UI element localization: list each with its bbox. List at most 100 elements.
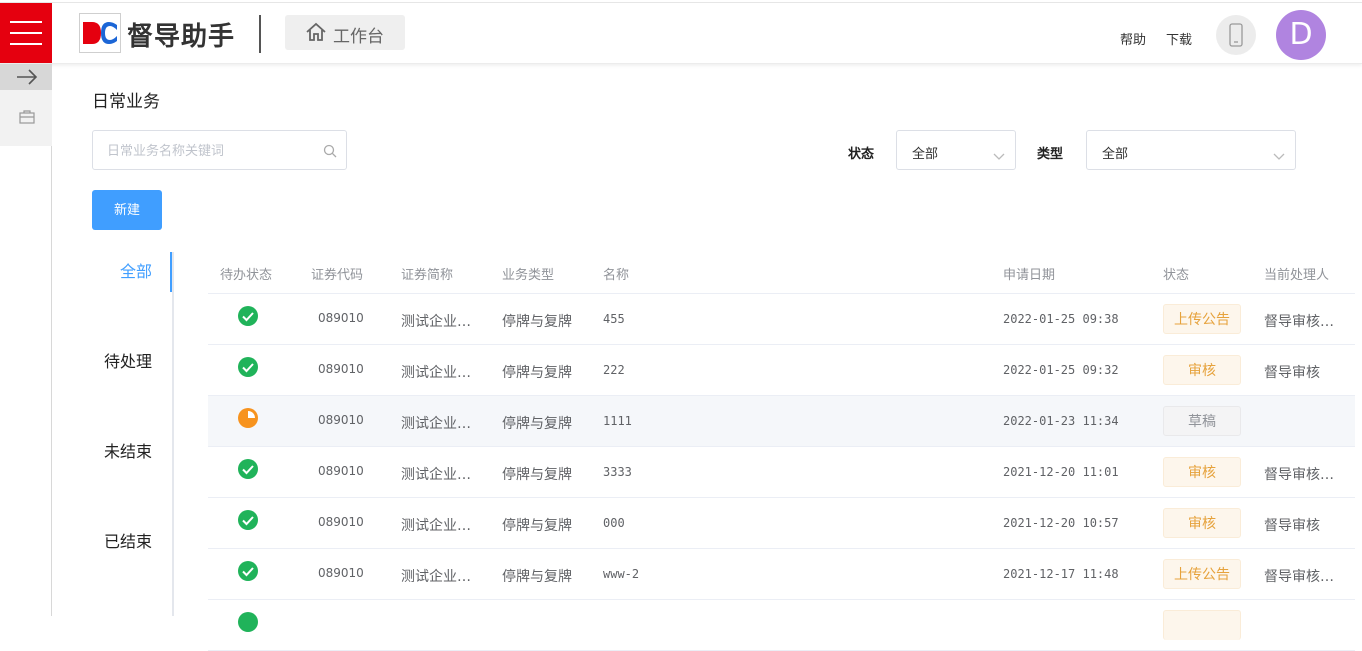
table-row[interactable]: 089010 测试企业… 停牌与复牌 www-2 2021-12-17 11:4…	[208, 549, 1355, 600]
download-link[interactable]: 下载	[1166, 29, 1192, 48]
table-row-partial[interactable]	[208, 600, 1355, 651]
status-filter-label: 状态	[848, 147, 875, 162]
phone-icon	[1229, 23, 1243, 47]
type-select[interactable]: 全部	[1086, 130, 1296, 170]
arrow-right-icon	[17, 69, 38, 85]
search-box	[92, 130, 347, 170]
column-header: 待办状态	[220, 268, 273, 283]
table-header: 待办状态 证券代码 证券简称 业务类型 名称 申请日期 状态 当前处理人	[208, 252, 1355, 294]
tab-finished[interactable]: 已结束	[52, 522, 172, 562]
cell-short-name: 测试企业…	[401, 416, 471, 432]
new-button[interactable]: 新建	[92, 190, 162, 230]
search-icon[interactable]	[323, 143, 337, 162]
cell-short-name: 测试企业…	[401, 467, 471, 483]
menu-bar-icon	[10, 32, 42, 34]
column-header: 证券代码	[311, 268, 364, 283]
hamburger-menu-button[interactable]	[0, 3, 52, 63]
cell-date: 2021-12-20 10:57	[1003, 516, 1119, 530]
cell-type: 停牌与复牌	[502, 365, 572, 381]
table-row[interactable]: 089010 测试企业… 停牌与复牌 000 2021-12-20 10:57 …	[208, 498, 1355, 549]
search-input[interactable]	[107, 141, 317, 161]
chevron-down-icon	[1273, 146, 1285, 165]
status-badge: 审核	[1163, 457, 1241, 487]
cell-code: 089010	[318, 311, 364, 325]
status-badge: 审核	[1163, 355, 1241, 385]
cell-date: 2022-01-23 11:34	[1003, 414, 1119, 428]
cell-type: 停牌与复牌	[502, 314, 572, 330]
status-badge-clipped	[1163, 610, 1241, 640]
column-header: 业务类型	[502, 268, 555, 283]
cell-short-name: 测试企业…	[401, 518, 471, 534]
tab-pending[interactable]: 待处理	[52, 342, 172, 382]
brand-name: 督导助手	[127, 22, 236, 52]
table-row[interactable]: 089010 测试企业… 停牌与复牌 455 2022-01-25 09:38 …	[208, 294, 1355, 345]
app-header: 督导助手 工作台 帮助 下载 D	[0, 3, 1362, 64]
table-row[interactable]: 089010 测试企业… 停牌与复牌 222 2022-01-25 09:32 …	[208, 345, 1355, 396]
cell-code: 089010	[318, 515, 364, 529]
cell-date: 2021-12-17 11:48	[1003, 567, 1119, 581]
cell-type: 停牌与复牌	[502, 569, 572, 585]
type-filter-label: 类型	[1037, 147, 1064, 162]
check-circle-icon	[238, 459, 258, 483]
mobile-button[interactable]	[1216, 15, 1256, 55]
status-badge: 上传公告	[1163, 559, 1241, 589]
cell-name: 000	[603, 516, 625, 530]
status-select[interactable]: 全部	[896, 130, 1016, 170]
status-select-value: 全部	[912, 147, 939, 162]
active-tab-indicator	[170, 252, 172, 292]
cell-name: www-2	[603, 567, 640, 581]
brand-logo-icon	[79, 13, 121, 53]
sidebar-toggle-button[interactable]	[0, 64, 52, 90]
left-sidebar	[0, 64, 52, 616]
cell-short-name: 测试企业…	[401, 569, 471, 585]
cell-code: 089010	[318, 413, 364, 427]
partial-clock-icon	[238, 408, 258, 432]
check-circle-icon	[238, 357, 258, 381]
cell-date: 2022-01-25 09:38	[1003, 312, 1119, 326]
cell-type: 停牌与复牌	[502, 467, 572, 483]
status-tabs: 全部 待处理 未结束 已结束	[52, 252, 174, 616]
cell-handler: 督导审核…	[1264, 314, 1334, 330]
check-circle-icon	[238, 510, 258, 534]
column-header: 证券简称	[401, 268, 454, 283]
cell-short-name: 测试企业…	[401, 314, 471, 330]
table-row[interactable]: 089010 测试企业… 停牌与复牌 3333 2021-12-20 11:01…	[208, 447, 1355, 498]
workbench-label: 工作台	[333, 27, 384, 47]
column-header: 名称	[603, 268, 630, 283]
tab-all[interactable]: 全部	[52, 252, 172, 292]
briefcase-icon	[19, 110, 35, 124]
status-badge: 审核	[1163, 508, 1241, 538]
help-link[interactable]: 帮助	[1120, 29, 1146, 48]
cell-short-name: 测试企业…	[401, 365, 471, 381]
tab-unfinished[interactable]: 未结束	[52, 432, 172, 472]
home-icon	[305, 22, 327, 46]
type-select-value: 全部	[1102, 147, 1129, 162]
cell-date: 2022-01-25 09:32	[1003, 363, 1119, 377]
workbench-button[interactable]: 工作台	[285, 15, 405, 50]
status-badge: 草稿	[1163, 406, 1241, 436]
cell-name: 1111	[603, 414, 632, 428]
check-circle-icon	[238, 306, 258, 330]
cell-handler: 督导审核…	[1264, 569, 1334, 585]
menu-bar-icon	[10, 43, 42, 45]
cell-type: 停牌与复牌	[502, 416, 572, 432]
user-avatar[interactable]: D	[1276, 10, 1326, 60]
cell-handler: 督导审核	[1264, 518, 1320, 534]
menu-bar-icon	[10, 21, 42, 23]
table-row[interactable]: 089010 测试企业… 停牌与复牌 1111 2022-01-23 11:34…	[208, 396, 1355, 447]
sidebar-item-briefcase[interactable]	[0, 90, 52, 146]
cell-name: 222	[603, 363, 625, 377]
cell-code: 089010	[318, 464, 364, 478]
cell-date: 2021-12-20 11:01	[1003, 465, 1119, 479]
column-header: 当前处理人	[1264, 268, 1330, 283]
page-title: 日常业务	[92, 92, 160, 112]
check-circle-icon	[238, 561, 258, 585]
cell-name: 455	[603, 312, 625, 326]
header-divider	[259, 15, 261, 53]
column-header: 申请日期	[1003, 268, 1056, 283]
cell-code: 089010	[318, 362, 364, 376]
chevron-down-icon	[993, 146, 1005, 165]
column-header: 状态	[1163, 268, 1190, 283]
cell-handler: 督导审核	[1264, 365, 1320, 381]
cell-code: 089010	[318, 566, 364, 580]
